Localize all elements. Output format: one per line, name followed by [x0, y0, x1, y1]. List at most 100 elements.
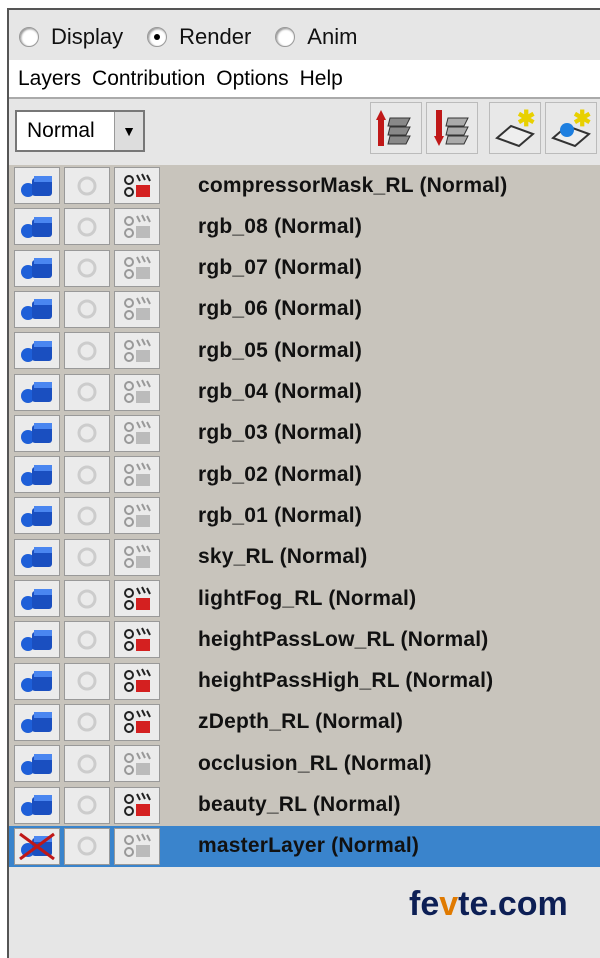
visibility-icon [21, 629, 52, 651]
renderable-toggle[interactable] [114, 580, 160, 617]
layer-row[interactable]: rgb_06 (Normal) [9, 289, 600, 330]
menu-layers[interactable]: Layers [18, 67, 81, 91]
layer-row[interactable]: heightPassHigh_RL (Normal) [9, 661, 600, 702]
renderable-toggle[interactable] [114, 827, 160, 865]
visibility-toggle[interactable] [14, 662, 60, 700]
new-layer-from-selected-button[interactable]: ✱ [545, 102, 597, 154]
visibility-toggle[interactable] [14, 332, 60, 370]
move-layer-up-button[interactable] [370, 102, 422, 154]
recycle-toggle[interactable] [64, 373, 110, 411]
layer-row[interactable]: rgb_07 (Normal) [9, 248, 600, 289]
renderable-toggle[interactable] [114, 786, 160, 824]
visibility-toggle[interactable] [14, 745, 60, 783]
blend-mode-dropdown[interactable]: Normal ▼ [15, 110, 145, 152]
layer-row[interactable]: lightFog_RL (Normal) [9, 578, 600, 619]
recycle-toggle[interactable] [64, 745, 110, 783]
visibility-toggle[interactable] [14, 290, 60, 328]
layer-row[interactable]: rgb_02 (Normal) [9, 454, 600, 495]
recycle-toggle[interactable] [64, 580, 110, 617]
visibility-icon [21, 175, 52, 197]
layer-row[interactable]: sky_RL (Normal) [9, 537, 600, 578]
recycle-toggle[interactable] [64, 621, 110, 659]
radio-button-icon[interactable] [275, 27, 296, 47]
visibility-toggle[interactable] [14, 497, 60, 535]
recycle-icon [77, 506, 97, 526]
chevron-down-icon[interactable]: ▼ [114, 112, 143, 150]
layer-row[interactable]: masterLayer (Normal) [9, 825, 600, 867]
visibility-toggle[interactable] [14, 414, 60, 452]
watermark-logo: fevte.com [409, 885, 568, 923]
layer-row[interactable]: zDepth_RL (Normal) [9, 702, 600, 743]
visibility-toggle[interactable] [14, 703, 60, 741]
visibility-toggle[interactable] [14, 580, 60, 617]
recycle-toggle[interactable] [64, 538, 110, 576]
radio-button-icon[interactable] [147, 27, 168, 47]
radio-button-icon[interactable] [19, 27, 39, 47]
menu-options[interactable]: Options [216, 67, 288, 91]
visibility-toggle[interactable] [14, 786, 60, 824]
radio-render[interactable]: Render [147, 24, 251, 50]
radio-anim[interactable]: Anim [275, 24, 357, 50]
visibility-toggle[interactable] [14, 538, 60, 576]
layer-name: rgb_06 (Normal) [198, 297, 363, 321]
recycle-toggle[interactable] [64, 332, 110, 370]
layer-row[interactable]: compressorMask_RL (Normal) [9, 165, 600, 206]
menu-help[interactable]: Help [300, 67, 343, 91]
layer-row[interactable]: beauty_RL (Normal) [9, 785, 600, 826]
visibility-toggle[interactable] [14, 208, 60, 246]
visibility-icon [21, 547, 52, 569]
radio-label: Display [51, 24, 124, 49]
visibility-toggle[interactable] [14, 621, 60, 659]
renderable-toggle[interactable] [114, 167, 160, 204]
renderable-toggle[interactable] [114, 538, 160, 576]
layer-row[interactable]: occlusion_RL (Normal) [9, 743, 600, 784]
recycle-toggle[interactable] [64, 208, 110, 246]
renderable-clapper-icon [124, 173, 151, 197]
visibility-toggle[interactable] [14, 167, 60, 204]
new-empty-layer-button[interactable]: ✱ [489, 102, 541, 154]
renderable-toggle[interactable] [114, 662, 160, 700]
layer-row[interactable]: rgb_01 (Normal) [9, 495, 600, 536]
radio-display[interactable]: Display [19, 24, 123, 50]
visibility-icon [21, 712, 52, 734]
layer-row[interactable]: rgb_04 (Normal) [9, 372, 600, 413]
layer-row[interactable]: heightPassLow_RL (Normal) [9, 619, 600, 660]
renderable-toggle[interactable] [114, 745, 160, 783]
renderable-toggle[interactable] [114, 208, 160, 246]
layer-name: beauty_RL (Normal) [198, 793, 401, 816]
renderable-toggle[interactable] [114, 249, 160, 287]
renderable-toggle[interactable] [114, 290, 160, 328]
layer-row[interactable]: rgb_08 (Normal) [9, 206, 600, 247]
layer-row[interactable]: rgb_05 (Normal) [9, 330, 600, 371]
visibility-toggle[interactable] [14, 827, 60, 865]
layer-name: rgb_03 (Normal) [198, 421, 363, 445]
recycle-toggle[interactable] [64, 827, 110, 865]
recycle-toggle[interactable] [64, 703, 110, 741]
renderable-clapper-icon [124, 709, 151, 734]
recycle-toggle[interactable] [64, 167, 110, 204]
recycle-toggle[interactable] [64, 662, 110, 700]
renderable-toggle[interactable] [114, 373, 160, 411]
visibility-toggle[interactable] [14, 456, 60, 494]
recycle-toggle[interactable] [64, 786, 110, 824]
renderable-toggle[interactable] [114, 332, 160, 370]
recycle-toggle[interactable] [64, 497, 110, 535]
recycle-icon [77, 465, 97, 485]
layer-name: rgb_08 (Normal) [198, 214, 363, 238]
recycle-toggle[interactable] [64, 456, 110, 494]
renderable-toggle[interactable] [114, 414, 160, 452]
recycle-toggle[interactable] [64, 414, 110, 452]
renderable-toggle[interactable] [114, 621, 160, 659]
layer-row[interactable]: rgb_03 (Normal) [9, 413, 600, 454]
visibility-toggle[interactable] [14, 373, 60, 411]
renderable-toggle[interactable] [114, 497, 160, 535]
visibility-icon [21, 505, 52, 527]
visibility-toggle[interactable] [14, 249, 60, 287]
renderable-toggle[interactable] [114, 703, 160, 741]
menu-contribution[interactable]: Contribution [92, 67, 205, 91]
recycle-toggle[interactable] [64, 249, 110, 287]
renderable-toggle[interactable] [114, 456, 160, 494]
move-layer-down-button[interactable] [426, 102, 478, 154]
recycle-toggle[interactable] [64, 290, 110, 328]
renderable-clapper-icon [124, 214, 151, 238]
